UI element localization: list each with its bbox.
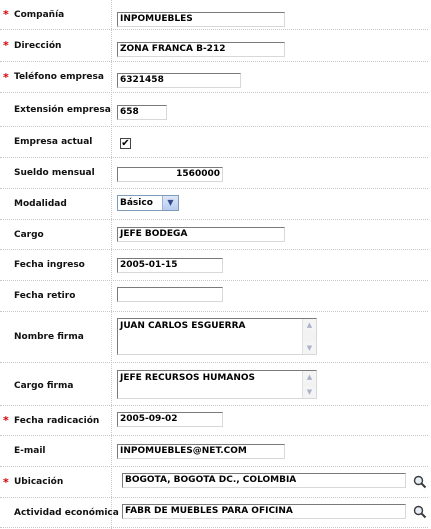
search-icon[interactable] — [413, 475, 427, 489]
row-extension: Extensión empresa 658 — [0, 93, 428, 127]
ubicacion-label: Ubicación — [14, 477, 64, 487]
telefono-input[interactable]: 6321458 — [117, 73, 241, 88]
row-fecha-ingreso: Fecha ingreso 2005-01-15 — [0, 250, 428, 281]
row-telefono: * Teléfono empresa 6321458 — [0, 62, 428, 93]
telefono-label: Teléfono empresa — [14, 72, 104, 82]
employment-form: * Compañía INPOMUEBLES * Dirección ZONA … — [0, 0, 431, 529]
actividad-label: Actividad económica — [14, 507, 119, 518]
email-input[interactable]: INPOMUEBLES@NET.COM — [117, 444, 285, 459]
row-fecha-retiro: Fecha retiro — [0, 281, 428, 312]
modalidad-select[interactable]: Básico ▼ — [117, 195, 179, 211]
empresa-actual-label: Empresa actual — [14, 137, 93, 147]
scroll-up-icon[interactable]: ▲ — [303, 371, 316, 383]
nombre-firma-textarea[interactable]: JUAN CARLOS ESGUERRA ▲ ▼ — [117, 318, 317, 355]
row-sueldo: Sueldo mensual 1560000 — [0, 158, 428, 189]
cargo-label: Cargo — [14, 229, 44, 240]
required-marker: * — [3, 70, 9, 84]
cargo-firma-label: Cargo firma — [14, 381, 74, 391]
search-icon[interactable] — [413, 505, 427, 519]
extension-label: Extensión empresa — [14, 104, 111, 115]
fecha-radicacion-input[interactable]: 2005-09-02 — [117, 412, 223, 427]
fecha-ingreso-label: Fecha ingreso — [14, 260, 85, 270]
sueldo-label: Sueldo mensual — [14, 168, 95, 178]
direccion-input[interactable]: ZONA FRANCA B-212 — [117, 42, 285, 57]
sueldo-input[interactable]: 1560000 — [117, 167, 223, 182]
email-label: E-mail — [14, 446, 46, 456]
nombre-firma-text: JUAN CARLOS ESGUERRA — [120, 321, 246, 331]
ubicacion-input[interactable]: BOGOTA, BOGOTA DC., COLOMBIA — [122, 473, 406, 488]
nombre-firma-label: Nombre firma — [14, 332, 84, 342]
row-modalidad: Modalidad Básico ▼ — [0, 189, 428, 220]
scroll-up-icon[interactable]: ▲ — [303, 319, 316, 331]
fecha-retiro-input[interactable] — [117, 287, 223, 302]
row-ubicacion: * Ubicación BOGOTA, BOGOTA DC., COLOMBIA — [0, 467, 428, 498]
cargo-firma-textarea[interactable]: JEFE RECURSOS HUMANOS ▲ ▼ — [117, 370, 317, 399]
compania-input[interactable]: INPOMUEBLES — [117, 12, 285, 27]
row-empresa-actual: Empresa actual ✔ — [0, 127, 428, 158]
chevron-down-icon[interactable]: ▼ — [162, 196, 178, 210]
scroll-down-icon[interactable]: ▼ — [303, 386, 316, 398]
compania-label: Compañía — [14, 9, 65, 20]
row-compania: * Compañía INPOMUEBLES — [0, 0, 428, 30]
row-cargo-firma: Cargo firma JEFE RECURSOS HUMANOS ▲ ▼ — [0, 363, 428, 406]
cargo-input[interactable]: JEFE BODEGA — [117, 227, 285, 242]
scroll-down-icon[interactable]: ▼ — [303, 342, 316, 354]
modalidad-label: Modalidad — [14, 199, 67, 209]
cargo-firma-scrollbar[interactable]: ▲ ▼ — [302, 371, 316, 398]
required-marker: * — [3, 39, 9, 52]
fecha-ingreso-input[interactable]: 2005-01-15 — [117, 258, 223, 273]
row-email: E-mail INPOMUEBLES@NET.COM — [0, 436, 428, 467]
actividad-input[interactable]: FABR DE MUEBLES PARA OFICINA — [122, 504, 406, 519]
row-direccion: * Dirección ZONA FRANCA B-212 — [0, 30, 428, 62]
cargo-firma-text: JEFE RECURSOS HUMANOS — [120, 373, 256, 383]
row-actividad: Actividad económica FABR DE MUEBLES PARA… — [0, 498, 428, 528]
required-marker: * — [3, 475, 9, 489]
modalidad-selected-value: Básico — [120, 198, 153, 208]
required-marker: * — [3, 8, 9, 21]
empresa-actual-checkbox[interactable]: ✔ — [120, 138, 131, 149]
extension-input[interactable]: 658 — [117, 105, 167, 120]
row-cargo: Cargo JEFE BODEGA — [0, 220, 428, 250]
row-fecha-radicacion: * Fecha radicación 2005-09-02 — [0, 406, 428, 436]
row-nombre-firma: Nombre firma JUAN CARLOS ESGUERRA ▲ ▼ — [0, 312, 428, 363]
fecha-retiro-label: Fecha retiro — [14, 291, 76, 301]
fecha-radicacion-label: Fecha radicación — [14, 415, 100, 426]
nombre-firma-scrollbar[interactable]: ▲ ▼ — [302, 319, 316, 354]
direccion-label: Dirección — [14, 40, 62, 51]
required-marker: * — [3, 414, 9, 427]
